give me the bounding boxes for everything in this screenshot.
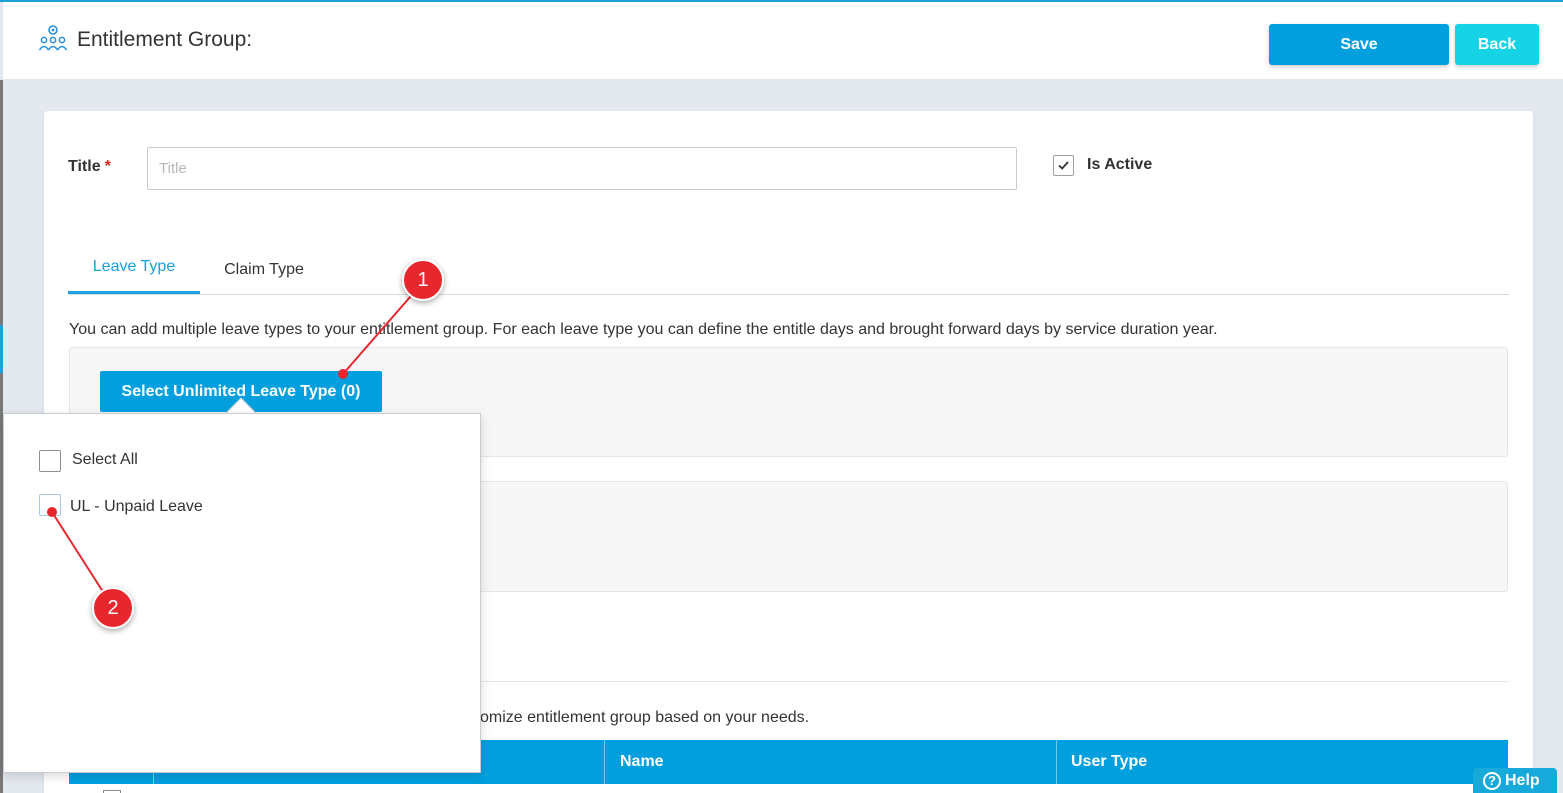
help-label: Help xyxy=(1505,772,1540,789)
help-icon: ? xyxy=(1483,772,1501,790)
callout-1: 1 xyxy=(402,259,444,301)
help-button[interactable]: ? Help xyxy=(1473,768,1557,793)
annotation-lines xyxy=(47,280,425,610)
callout-2: 2 xyxy=(92,587,134,629)
